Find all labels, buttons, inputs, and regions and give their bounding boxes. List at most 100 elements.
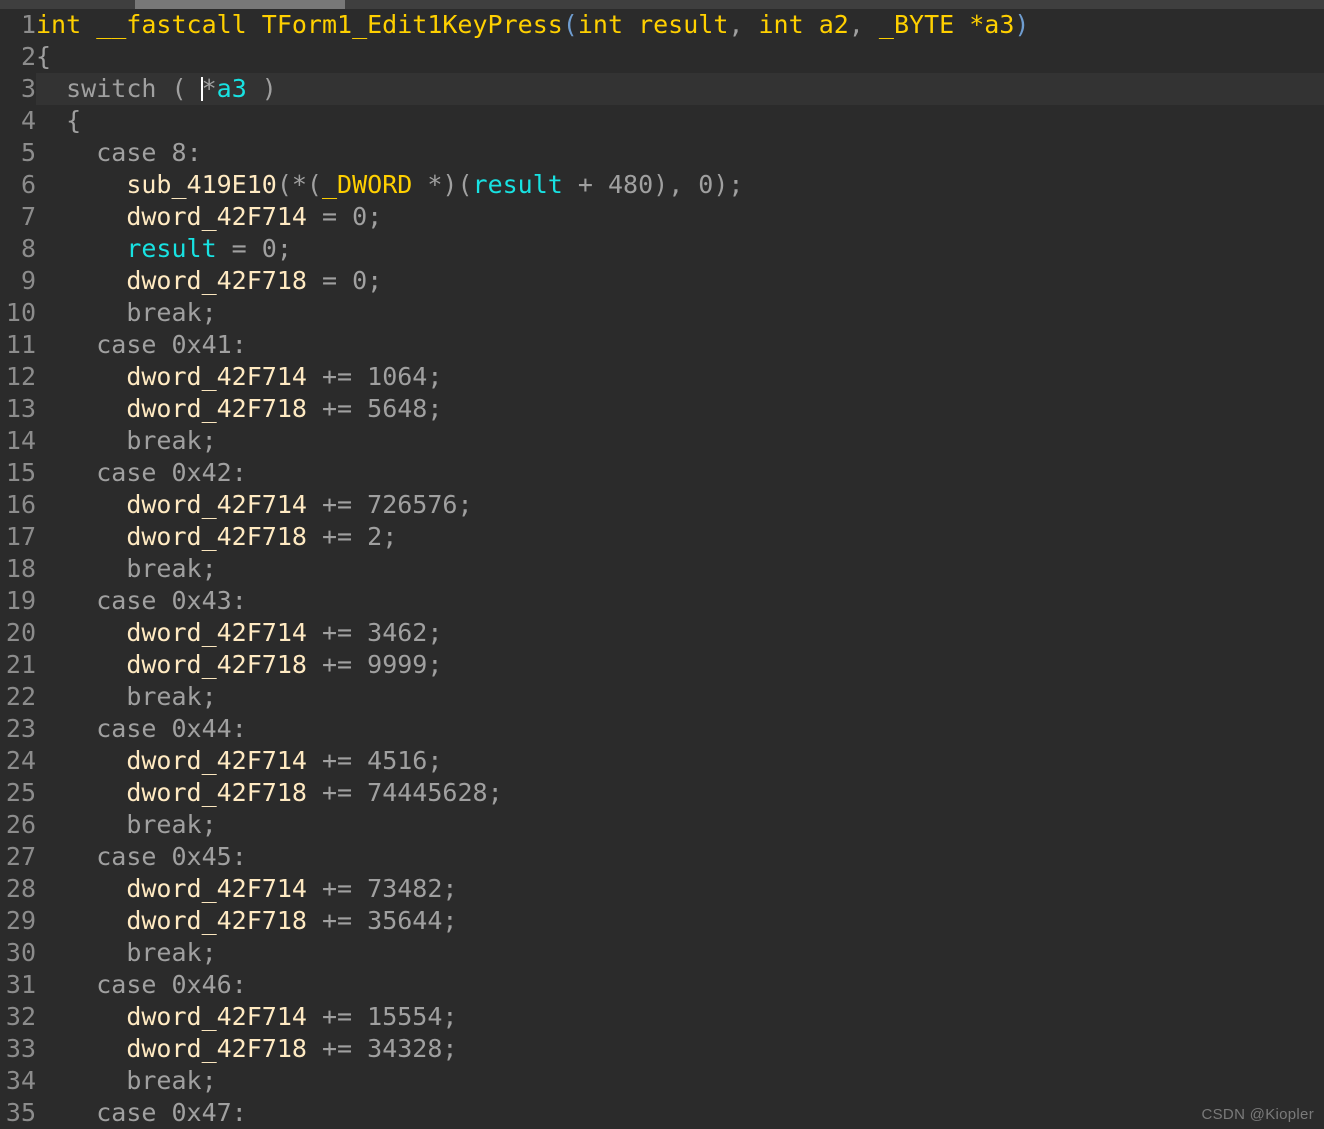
code-line[interactable]: 8 result = 0; — [0, 233, 1324, 265]
code-token: case — [96, 138, 157, 167]
code-token: 0x42 — [171, 458, 232, 487]
code-line[interactable]: 15 case 0x42: — [0, 457, 1324, 489]
code-line[interactable]: 7 dword_42F714 = 0; — [0, 201, 1324, 233]
code-line[interactable]: 20 dword_42F714 += 3462; — [0, 617, 1324, 649]
code-line-source: case 0x41: — [36, 329, 247, 361]
code-token: break — [126, 1066, 202, 1095]
line-number: 22 — [5, 682, 36, 711]
horizontal-scrollbar[interactable] — [0, 0, 1324, 9]
code-token: += — [306, 394, 368, 423]
code-line[interactable]: 12 dword_42F714 += 1064; — [0, 361, 1324, 393]
code-line[interactable]: 19 case 0x43: — [0, 585, 1324, 617]
code-line[interactable]: 9 dword_42F718 = 0; — [0, 265, 1324, 297]
code-line[interactable]: 2{ — [0, 41, 1324, 73]
code-token: 0 — [352, 266, 368, 295]
code-line[interactable]: 11 case 0x41: — [0, 329, 1324, 361]
code-line-source: sub_419E10(*(_DWORD *)(result + 480), 0)… — [36, 169, 743, 201]
code-line[interactable]: 29 dword_42F718 += 35644; — [0, 905, 1324, 937]
code-token: dword_42F718 — [126, 394, 307, 423]
line-number: 9 — [20, 266, 36, 295]
code-line-source: break; — [36, 553, 216, 585]
code-line[interactable]: 34 break; — [0, 1065, 1324, 1097]
code-line-source: { — [36, 105, 81, 137]
code-line[interactable]: 25 dword_42F718 += 74445628; — [0, 777, 1324, 809]
code-line[interactable]: 5 case 8: — [0, 137, 1324, 169]
code-token: dword_42F718 — [126, 778, 307, 807]
code-line[interactable]: 6 sub_419E10(*(_DWORD *)(result + 480), … — [0, 169, 1324, 201]
line-number: 26 — [5, 810, 36, 839]
code-token: ; — [427, 746, 443, 775]
horizontal-scrollbar-thumb[interactable] — [135, 0, 345, 9]
code-line-source: dword_42F718 += 9999; — [36, 649, 442, 681]
code-line[interactable]: 27 case 0x45: — [0, 841, 1324, 873]
code-line[interactable]: 13 dword_42F718 += 5648; — [0, 393, 1324, 425]
code-token: 0x46 — [171, 970, 232, 999]
code-line-source: dword_42F714 = 0; — [36, 201, 382, 233]
code-line[interactable]: 32 dword_42F714 += 15554; — [0, 1001, 1324, 1033]
code-line[interactable]: 17 dword_42F718 += 2; — [0, 521, 1324, 553]
code-line-source: break; — [36, 1065, 216, 1097]
code-line[interactable]: 22 break; — [0, 681, 1324, 713]
code-token: 0x47 — [171, 1098, 232, 1127]
code-line-list: 1 int __fastcall TForm1_Edit1KeyPress(int… — [0, 9, 1324, 1129]
code-line[interactable]: 31 case 0x46: — [0, 969, 1324, 1001]
line-number: 19 — [5, 586, 36, 615]
code-line[interactable]: 1 int __fastcall TForm1_Edit1KeyPress(int… — [0, 9, 1324, 41]
line-number: 3 — [0, 73, 36, 105]
code-token: ) — [246, 74, 277, 103]
code-token: 9999 — [367, 650, 428, 679]
line-number: 25 — [5, 778, 36, 807]
code-line[interactable]: 33 dword_42F718 += 34328; — [0, 1033, 1324, 1065]
code-token: ; — [442, 1002, 458, 1031]
code-line[interactable]: 26 break; — [0, 809, 1324, 841]
code-line[interactable]: 21 dword_42F718 += 9999; — [0, 649, 1324, 681]
code-line[interactable]: 3 switch ( *a3 ) — [0, 73, 1324, 105]
code-token: 0x44 — [171, 714, 232, 743]
line-number: 14 — [5, 426, 36, 455]
code-line[interactable]: 10 break; — [0, 297, 1324, 329]
code-line-source: dword_42F718 += 2; — [36, 521, 397, 553]
code-line[interactable]: 4 { — [0, 105, 1324, 137]
code-line[interactable]: 16 dword_42F714 += 726576; — [0, 489, 1324, 521]
code-line[interactable]: 24 dword_42F714 += 4516; — [0, 745, 1324, 777]
line-number: 33 — [5, 1034, 36, 1063]
code-token: dword_42F718 — [126, 906, 307, 935]
code-token: ) — [1014, 10, 1030, 39]
code-token: : — [231, 714, 247, 743]
code-token: 1064 — [367, 362, 428, 391]
code-token: 34328 — [367, 1034, 443, 1063]
code-token: { — [36, 42, 52, 71]
code-line-source: dword_42F714 += 3462; — [36, 617, 442, 649]
code-line-source: dword_42F714 += 4516; — [36, 745, 442, 777]
code-line-source: dword_42F718 += 34328; — [36, 1033, 457, 1065]
code-line-source: dword_42F714 += 15554; — [36, 1001, 457, 1033]
line-number: 4 — [20, 106, 36, 135]
code-token: *)( — [412, 170, 473, 199]
code-line[interactable]: 35 case 0x47: — [0, 1097, 1324, 1129]
code-line[interactable]: 18 break; — [0, 553, 1324, 585]
code-line-source: break; — [36, 937, 216, 969]
code-line[interactable]: 28 dword_42F714 += 73482; — [0, 873, 1324, 905]
line-number: 30 — [5, 938, 36, 967]
line-number: 8 — [20, 234, 36, 263]
code-token: ; — [427, 618, 443, 647]
code-token: 3462 — [367, 618, 428, 647]
decompiler-code-view[interactable]: 1 int __fastcall TForm1_Edit1KeyPress(int… — [0, 9, 1324, 1129]
code-line-source: int __fastcall TForm1_Edit1KeyPress(int … — [36, 9, 1029, 41]
code-line[interactable]: 30 break; — [0, 937, 1324, 969]
code-line[interactable]: 14 break; — [0, 425, 1324, 457]
code-line[interactable]: 23 case 0x44: — [0, 713, 1324, 745]
